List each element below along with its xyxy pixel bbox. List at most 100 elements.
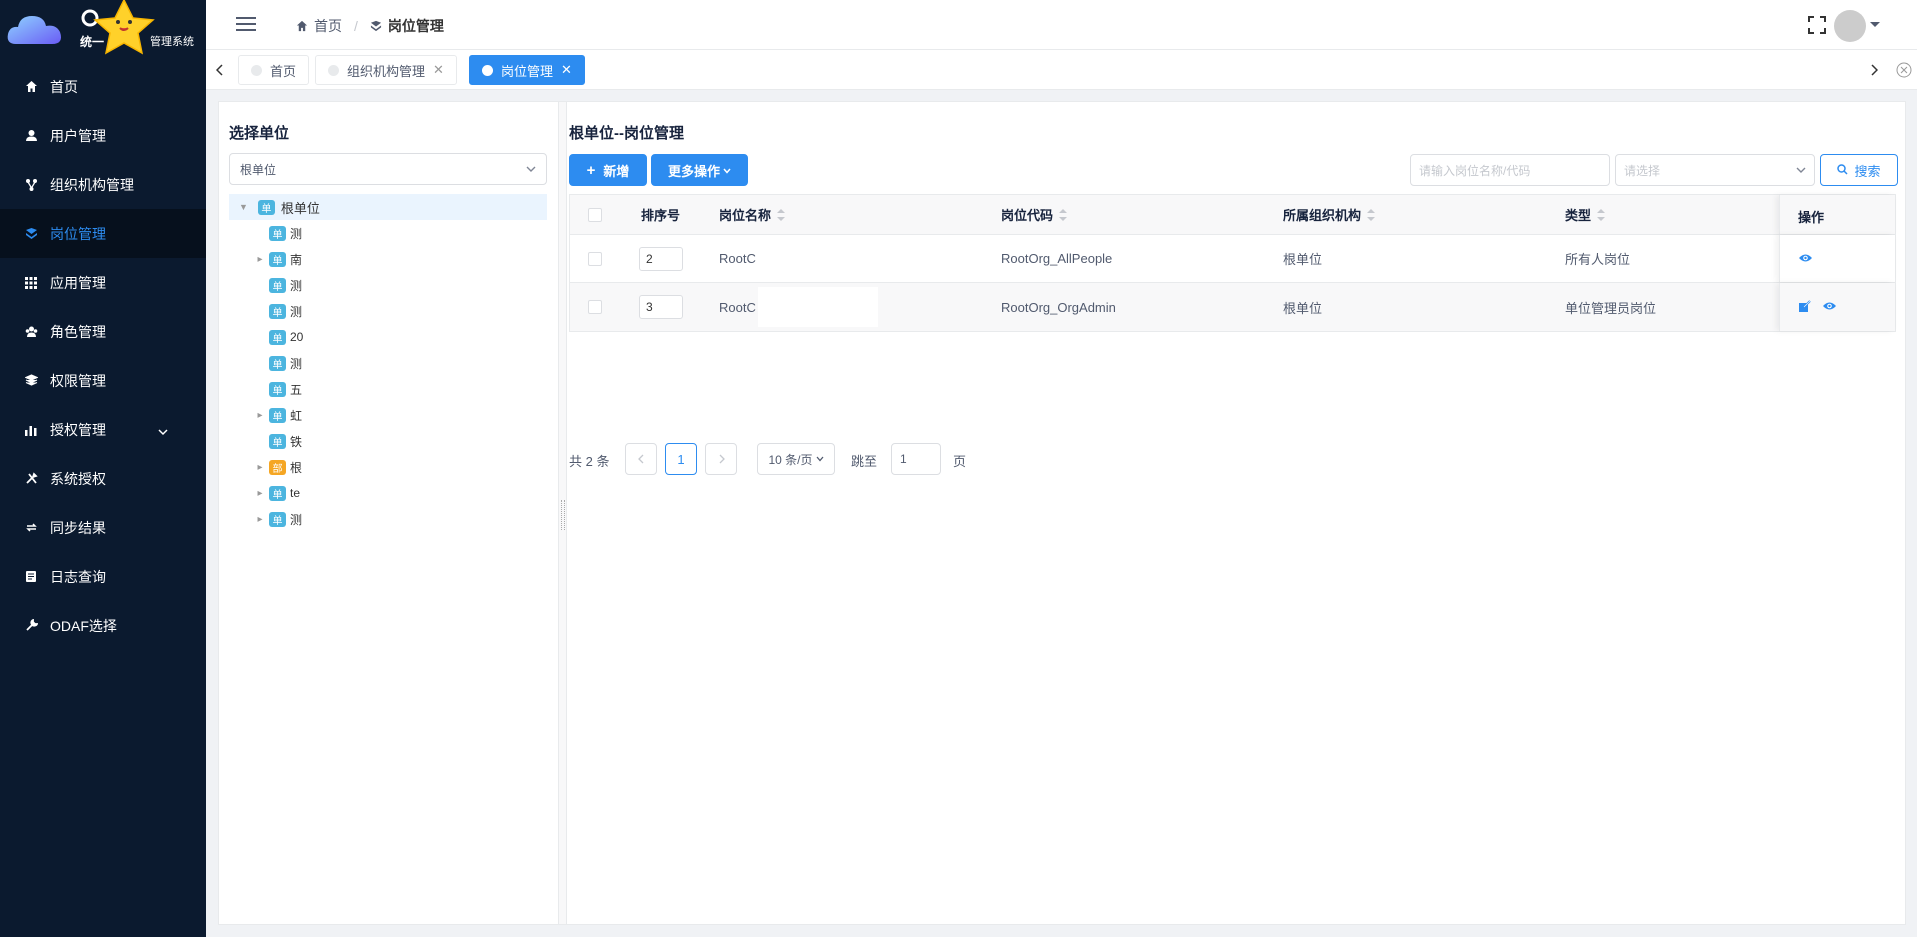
more-actions-button[interactable]: 更多操作 <box>651 154 748 186</box>
tab-org-management[interactable]: 组织机构管理 ✕ <box>315 55 457 85</box>
caret-down-icon[interactable] <box>1870 22 1880 27</box>
page-size-select[interactable]: 10 条/页 <box>757 443 835 475</box>
column-header-code[interactable]: 岗位代码 <box>1001 195 1068 234</box>
tree-node[interactable]: ▸ 单南 <box>229 246 547 272</box>
panel-splitter[interactable] <box>559 102 567 924</box>
tree-node-root[interactable]: ▼ 单 根单位 <box>229 194 547 220</box>
caret-right-icon[interactable]: ▸ <box>255 462 265 473</box>
close-icon[interactable]: ✕ <box>433 62 444 78</box>
sidebar-item-sync-results[interactable]: 同步结果 <box>0 503 206 552</box>
avatar[interactable] <box>1834 10 1866 42</box>
user-icon <box>24 129 38 143</box>
order-input[interactable]: 3 <box>639 283 683 331</box>
sidebar-item-roles[interactable]: 角色管理 <box>0 307 206 356</box>
tree-node[interactable]: 单测 <box>229 272 547 298</box>
caret-down-icon[interactable]: ▼ <box>239 202 248 212</box>
sort-icon[interactable] <box>777 208 786 221</box>
tree-node-label: 南 <box>290 252 303 267</box>
sidebar-item-authorization[interactable]: 授权管理 <box>0 405 206 454</box>
unit-badge: 单 <box>269 277 286 293</box>
tree-node[interactable]: ▸ 单 te <box>229 480 547 506</box>
caret-right-icon[interactable]: ▸ <box>255 488 265 499</box>
view-icon[interactable] <box>1822 300 1837 315</box>
tree-node[interactable]: 单测 <box>229 350 547 376</box>
type-select-placeholder: 请选择 <box>1624 163 1661 178</box>
sidebar-item-home[interactable]: 首页 <box>0 62 206 111</box>
unit-select[interactable]: 根单位 <box>229 153 547 185</box>
sidebar-item-logs[interactable]: 日志查询 <box>0 552 206 601</box>
tree-node-label: 测 <box>290 304 303 319</box>
search-input[interactable]: 请输入岗位名称/代码 <box>1410 154 1610 186</box>
position-icon <box>24 227 38 241</box>
order-input[interactable]: 2 <box>639 235 683 282</box>
tree-node[interactable]: 单 20 <box>229 324 547 350</box>
add-button[interactable]: + 新增 <box>569 154 647 186</box>
caret-right-icon[interactable]: ▸ <box>255 254 265 265</box>
tree-node[interactable]: 单测 <box>229 298 547 324</box>
dept-badge: 部 <box>269 459 286 475</box>
org-icon <box>24 178 38 192</box>
unit-badge: 单 <box>269 511 286 527</box>
edit-icon[interactable] <box>1798 300 1811 316</box>
column-header-type[interactable]: 类型 <box>1565 195 1606 234</box>
unit-badge: 单 <box>269 381 286 397</box>
search-button-label: 搜索 <box>1854 163 1881 179</box>
tree-node[interactable]: ▸ 单虹 <box>229 402 547 428</box>
column-header-order: 排序号 <box>641 208 681 223</box>
sidebar-item-apps[interactable]: 应用管理 <box>0 258 206 307</box>
position-icon <box>370 20 381 32</box>
tree-node-label: 根单位 <box>280 200 320 216</box>
fullscreen-icon[interactable] <box>1808 16 1826 34</box>
breadcrumb-item-home[interactable]: 首页 <box>296 16 342 36</box>
tree-node[interactable]: ▸ 部根 <box>229 454 547 480</box>
close-icon[interactable]: ✕ <box>561 62 572 78</box>
prev-page-button[interactable] <box>625 443 657 475</box>
view-icon[interactable] <box>1798 252 1813 267</box>
tree-node[interactable]: 单测 <box>229 220 547 246</box>
wrench-icon <box>24 619 38 633</box>
chart-icon <box>24 423 38 437</box>
tab-position-management[interactable]: 岗位管理 ✕ <box>469 55 585 85</box>
drag-handle-icon[interactable] <box>561 500 565 530</box>
sidebar-item-position[interactable]: 岗位管理 <box>0 209 206 258</box>
hamburger-menu-icon[interactable] <box>236 16 256 32</box>
tabs-scroll-left-icon[interactable] <box>206 50 234 90</box>
tree-node[interactable]: 单铁 <box>229 428 547 454</box>
row-checkbox[interactable] <box>588 283 602 331</box>
chevron-down-icon <box>526 163 536 177</box>
caret-right-icon[interactable]: ▸ <box>255 514 265 525</box>
close-all-tabs-icon[interactable] <box>1896 62 1912 78</box>
sort-icon[interactable] <box>1597 208 1606 221</box>
breadcrumb-label: 岗位管理 <box>387 18 444 34</box>
sidebar-item-label: 首页 <box>50 78 78 95</box>
tree-node[interactable]: 单五 <box>229 376 547 402</box>
jump-input[interactable]: 1 <box>891 443 941 475</box>
sidebar: 统一 管理系统 首页 用户管理 组织机构管理 岗位管理 应用管理 角色管理 权限… <box>0 0 206 937</box>
sidebar-item-org[interactable]: 组织机构管理 <box>0 160 206 209</box>
star-mascot-icon <box>81 0 155 55</box>
type-select[interactable]: 请选择 <box>1615 154 1815 186</box>
tabs-scroll-right-icon[interactable] <box>1860 50 1888 90</box>
cell-type: 单位管理员岗位 <box>1565 300 1657 316</box>
logo[interactable]: 统一 管理系统 <box>0 0 206 62</box>
page-button-1[interactable]: 1 <box>665 443 697 475</box>
search-button[interactable]: 搜索 <box>1820 154 1898 186</box>
cell-name: RootC <box>719 251 756 266</box>
next-page-button[interactable] <box>705 443 737 475</box>
column-header-name[interactable]: 岗位名称 <box>719 195 786 234</box>
logo-title-right: 管理系统 <box>150 36 194 48</box>
tree-node[interactable]: ▸ 单测 <box>229 506 547 532</box>
tab-dot-icon <box>251 64 262 76</box>
unit-badge: 单 <box>269 303 286 319</box>
tab-home[interactable]: 首页 <box>238 55 310 85</box>
sort-icon[interactable] <box>1059 208 1068 221</box>
sort-icon[interactable] <box>1367 208 1376 221</box>
sidebar-item-system-auth[interactable]: 系统授权 <box>0 454 206 503</box>
select-all-checkbox[interactable] <box>588 195 602 234</box>
sidebar-item-users[interactable]: 用户管理 <box>0 111 206 160</box>
row-checkbox[interactable] <box>588 235 602 282</box>
sidebar-item-permissions[interactable]: 权限管理 <box>0 356 206 405</box>
column-header-org[interactable]: 所属组织机构 <box>1283 195 1376 234</box>
sidebar-item-odaf[interactable]: ODAF选择 <box>0 601 206 650</box>
caret-right-icon[interactable]: ▸ <box>255 410 265 421</box>
